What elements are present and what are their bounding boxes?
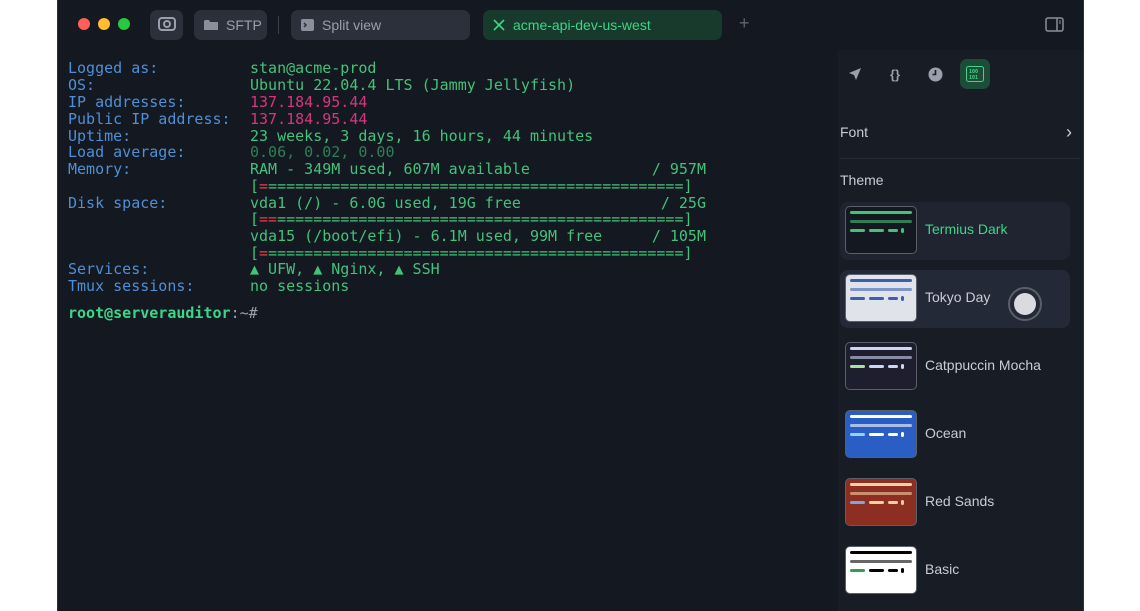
info-value: ▲ UFW, ▲ Nginx, ▲ SSH: [250, 260, 440, 278]
history-clock-icon[interactable]: [920, 59, 950, 89]
theme-option[interactable]: Ocean: [840, 406, 1070, 464]
tab-acme-api-dev-us-west[interactable]: acme-api-dev-us-west: [483, 10, 722, 40]
info-value: RAM - 349M used, 607M available: [250, 160, 530, 178]
info-value: 137.184.95.44: [250, 93, 368, 111]
title-bar: SFTP Split view acme-api-dev-us-west +: [58, 0, 1083, 50]
tab-divider: [278, 16, 279, 34]
split-view-tab-label: Split view: [322, 17, 382, 33]
vault-icon: [157, 16, 176, 35]
theme-option[interactable]: Red Sands: [840, 474, 1070, 532]
prompt-user: root@serverauditor: [68, 304, 231, 322]
terminal-icon: [301, 19, 314, 31]
info-value: Ubuntu 22.04.4 LTS (Jammy Jellyfish): [250, 76, 576, 94]
theme-option[interactable]: Tokyo Day: [840, 270, 1070, 328]
maximize-window-button[interactable]: [118, 18, 130, 30]
info-value: 0.06, 0.02, 0.00: [250, 143, 395, 161]
memory-usage-bar: [=======================================…: [250, 177, 693, 195]
appearance-sidebar: {} 100 101 Font › Theme Termius Dark Tokyo…: [838, 50, 1083, 611]
theme-name: Ocean: [925, 425, 967, 441]
theme-name: Tokyo Day: [925, 289, 991, 305]
theme-preview-thumbnail: [845, 342, 917, 390]
theme-preview-thumbnail: [845, 274, 917, 322]
rocket-icon[interactable]: [840, 59, 870, 89]
theme-option[interactable]: Termius Dark: [840, 202, 1070, 260]
close-tab-icon[interactable]: [493, 19, 505, 31]
info-value: vda15 (/boot/efi) - 6.1M used, 99M free: [250, 227, 603, 245]
memory-total: / 957M: [651, 160, 706, 178]
sftp-tab[interactable]: SFTP: [194, 10, 267, 40]
disk-total: / 105M: [651, 227, 706, 245]
info-label: Load average:: [68, 143, 186, 161]
active-tab-label: acme-api-dev-us-west: [513, 17, 651, 33]
shell-prompt[interactable]: root@serverauditor:~#: [68, 305, 258, 322]
info-label: Public IP address:: [68, 110, 231, 128]
theme-preview-thumbnail: [845, 206, 917, 254]
new-tab-plus-icon[interactable]: +: [739, 13, 750, 34]
font-setting-row[interactable]: Font ›: [840, 122, 1080, 142]
minimize-window-button[interactable]: [98, 18, 110, 30]
info-label: Services:: [68, 260, 150, 278]
info-label: Memory:: [68, 160, 132, 178]
divider: [840, 158, 1080, 159]
info-label: Logged as:: [68, 59, 159, 77]
theme-option[interactable]: Catppuccin Mocha: [840, 338, 1070, 396]
snippets-braces-icon[interactable]: {}: [880, 59, 910, 89]
theme-name: Catppuccin Mocha: [925, 357, 1041, 373]
close-window-button[interactable]: [78, 18, 90, 30]
info-value: no sessions: [250, 277, 350, 295]
prompt-path: :~#: [230, 304, 258, 322]
theme-name: Termius Dark: [925, 221, 1008, 237]
terminal-window: SFTP Split view acme-api-dev-us-west + L…: [57, 0, 1084, 611]
info-label: Tmux sessions:: [68, 277, 195, 295]
info-label: IP addresses:: [68, 93, 186, 111]
chevron-right-icon: ›: [1066, 122, 1072, 142]
font-label: Font: [840, 124, 869, 140]
svg-text:101: 101: [969, 75, 978, 81]
theme-heading: Theme: [840, 172, 884, 188]
pointer-cursor-indicator: [1008, 287, 1042, 321]
info-value: 137.184.95.44: [250, 110, 368, 128]
disk-usage-bar: [=======================================…: [250, 210, 693, 228]
sftp-tab-label: SFTP: [226, 17, 262, 33]
theme-name: Basic: [925, 561, 960, 577]
theme-preview-thumbnail: [845, 546, 917, 594]
theme-preview-thumbnail: [845, 410, 917, 458]
vaults-tab[interactable]: [150, 10, 183, 40]
theme-preview-thumbnail: [845, 478, 917, 526]
terminal-theme-icon[interactable]: 100 101: [960, 59, 990, 89]
sidebar-toggle-icon[interactable]: [1045, 17, 1064, 37]
theme-name: Red Sands: [925, 493, 995, 509]
theme-option[interactable]: Basic: [840, 542, 1070, 600]
folder-icon: [204, 19, 218, 31]
info-label: Disk space:: [68, 194, 168, 212]
info-value: stan@acme-prod: [250, 59, 377, 77]
info-label: OS:: [68, 76, 96, 94]
split-view-tab[interactable]: Split view: [291, 10, 470, 40]
